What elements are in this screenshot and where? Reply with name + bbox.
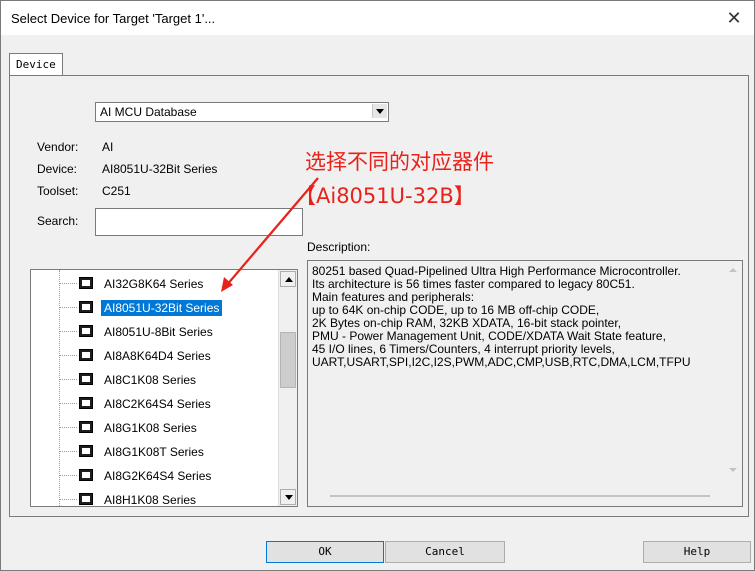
tree-guide-line xyxy=(59,331,77,332)
tree-item[interactable]: AI8H1K08 Series xyxy=(57,488,277,507)
chip-icon xyxy=(79,397,93,409)
tree-item[interactable]: AI8A8K64D4 Series xyxy=(57,344,277,368)
tree-item[interactable]: AI32G8K64 Series xyxy=(57,272,277,296)
tree-scrollbar[interactable] xyxy=(278,270,297,506)
scroll-down-button[interactable] xyxy=(280,489,296,505)
tree-guide-line xyxy=(59,355,77,356)
toolset-label: Toolset: xyxy=(37,184,79,198)
close-icon[interactable]: ✕ xyxy=(722,7,746,29)
tree-guide-line xyxy=(59,475,77,476)
chip-icon xyxy=(79,493,93,505)
description-label: Description: xyxy=(307,240,371,254)
search-label: Search: xyxy=(37,214,79,228)
tree-guide-line xyxy=(59,283,77,284)
chevron-down-icon xyxy=(376,109,384,114)
tree-item-label: AI8051U-8Bit Series xyxy=(104,325,213,339)
dropdown-button[interactable] xyxy=(372,104,387,118)
arrow-up-icon xyxy=(729,268,737,272)
description-hscrollbar[interactable] xyxy=(330,495,710,497)
description-scrollbar[interactable] xyxy=(726,263,740,483)
vendor-label: Vendor: xyxy=(37,140,79,154)
device-panel: AI MCU Database Vendor: AI Device: AI805… xyxy=(9,75,749,517)
device-tree[interactable]: AI32G8K64 Series AI8051U-32Bit Series AI80… xyxy=(30,269,298,507)
tree-guide-line xyxy=(59,499,77,500)
device-tree-items: AI32G8K64 Series AI8051U-32Bit Series AI80… xyxy=(31,270,277,506)
tree-item-label: AI8H1K08 Series xyxy=(104,493,197,507)
tree-guide-line xyxy=(59,403,77,404)
tree-item-label: AI8G1K08T Series xyxy=(104,445,204,459)
tree-item[interactable]: AI8051U-8Bit Series xyxy=(57,320,277,344)
tree-item-label: AI8051U-32Bit Series xyxy=(101,300,223,316)
scroll-thumb[interactable] xyxy=(280,332,296,388)
chip-icon xyxy=(79,277,93,289)
arrow-up-icon xyxy=(285,277,293,282)
tree-item-label: AI8G1K08 Series xyxy=(104,421,197,435)
arrow-down-icon xyxy=(729,468,737,472)
help-button[interactable]: Help xyxy=(643,541,751,563)
tree-item[interactable]: AI8C2K64S4 Series xyxy=(57,392,277,416)
cancel-button[interactable]: Cancel xyxy=(385,541,505,563)
tree-guide-line xyxy=(59,379,77,380)
tab-device[interactable]: Device xyxy=(9,53,63,76)
tree-item[interactable]: AI8C1K08 Series xyxy=(57,368,277,392)
window-title: Select Device for Target 'Target 1'... xyxy=(11,11,216,26)
annotation-device-code: 【Ai8051U-32B】 xyxy=(295,184,475,208)
device-label: Device: xyxy=(37,162,78,176)
arrow-down-icon xyxy=(285,495,293,500)
select-device-dialog: Select Device for Target 'Target 1'... ✕… xyxy=(0,0,755,571)
tree-item-label: AI8C1K08 Series xyxy=(104,373,197,387)
chip-icon xyxy=(79,469,93,481)
description-box[interactable]: 80251 based Quad-Pipelined Ultra High Pe… xyxy=(307,260,743,507)
annotation-instruction: 选择不同的对应器件 xyxy=(305,150,494,174)
chip-icon xyxy=(79,373,93,385)
title-bar: Select Device for Target 'Target 1'... ✕ xyxy=(1,1,754,35)
chip-icon xyxy=(79,421,93,433)
tree-item[interactable]: AI8051U-32Bit Series xyxy=(57,296,277,320)
tree-item-label: AI8C2K64S4 Series xyxy=(104,397,211,411)
chip-icon xyxy=(79,325,93,337)
vendor-value: AI xyxy=(102,140,114,154)
database-select-value: AI MCU Database xyxy=(100,105,197,119)
tree-item-label: AI32G8K64 Series xyxy=(104,277,204,291)
scroll-up-button[interactable] xyxy=(280,271,296,287)
toolset-value: C251 xyxy=(102,184,131,198)
device-value: AI8051U-32Bit Series xyxy=(102,162,218,176)
ok-button[interactable]: OK xyxy=(266,541,384,563)
tree-item[interactable]: AI8G2K64S4 Series xyxy=(57,464,277,488)
tree-item[interactable]: AI8G1K08T Series xyxy=(57,440,277,464)
description-text: 80251 based Quad-Pipelined Ultra High Pe… xyxy=(312,265,691,369)
tree-item-label: AI8A8K64D4 Series xyxy=(104,349,211,363)
search-input[interactable] xyxy=(95,208,303,236)
tree-guide-line xyxy=(59,427,77,428)
database-select[interactable]: AI MCU Database xyxy=(95,102,389,122)
tree-guide-line xyxy=(59,307,77,308)
chip-icon xyxy=(79,349,93,361)
tree-guide-line xyxy=(59,451,77,452)
tree-item[interactable]: AI8G1K08 Series xyxy=(57,416,277,440)
chip-icon xyxy=(79,301,93,313)
chip-icon xyxy=(79,445,93,457)
tree-item-label: AI8G2K64S4 Series xyxy=(104,469,212,483)
